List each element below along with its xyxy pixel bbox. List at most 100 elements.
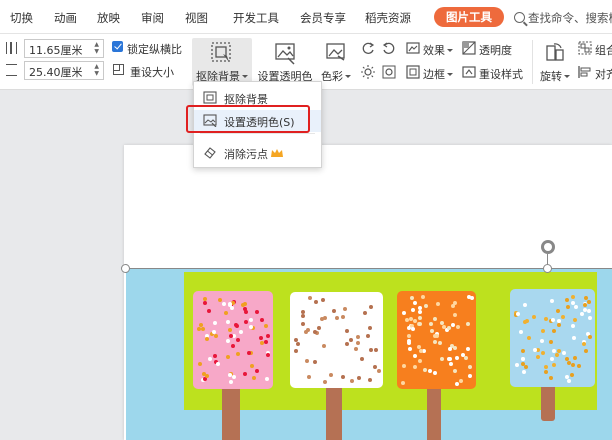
sprinkle	[243, 371, 248, 376]
sprinkle	[313, 359, 318, 364]
sprinkle	[228, 372, 233, 377]
reset-style-button[interactable]: 重设样式	[479, 66, 523, 82]
tab-animation[interactable]: 动画	[54, 10, 77, 26]
sprinkle	[540, 350, 545, 355]
width-spinner[interactable]: 11.65厘米 ▲ ▼	[24, 39, 104, 58]
sprinkle	[531, 314, 536, 319]
rotate-button[interactable]: 旋转	[536, 38, 574, 86]
lock-aspect-ratio-checkbox[interactable]	[112, 41, 123, 52]
resize-handle-top-middle[interactable]	[543, 264, 552, 273]
sprinkle	[564, 356, 569, 361]
resize-handle-top-left[interactable]	[121, 264, 130, 273]
effects-button[interactable]: 效果	[423, 42, 453, 58]
sprinkle	[439, 320, 444, 325]
sprinkle	[561, 350, 566, 355]
sprinkle	[212, 329, 217, 334]
popsicle-stick	[427, 388, 441, 440]
popsicle-stick	[541, 386, 555, 421]
sprinkle	[455, 325, 460, 330]
sprinkle	[252, 375, 257, 380]
sprinkle	[524, 364, 529, 369]
sprinkle	[202, 301, 207, 306]
selection-border	[126, 268, 612, 269]
sprinkle	[263, 323, 268, 328]
caret-down-icon	[345, 75, 351, 78]
sprinkle	[227, 328, 232, 333]
height-spinner[interactable]: 25.40厘米 ▲ ▼	[24, 61, 104, 80]
sprinkle	[583, 295, 588, 300]
sprinkle	[460, 352, 465, 357]
tab-slideshow[interactable]: 放映	[97, 10, 120, 26]
tab-transitions[interactable]: 切换	[10, 10, 33, 26]
sprinkle	[452, 368, 457, 373]
sprinkle	[344, 329, 349, 334]
tab-developer-tools[interactable]: 开发工具	[233, 10, 279, 26]
sprinkle	[524, 319, 529, 324]
chevron-down-icon[interactable]: ▼	[94, 49, 99, 55]
rotate-right-icon[interactable]	[382, 41, 396, 55]
sprinkle	[240, 302, 245, 307]
width-value: 11.65厘米	[29, 44, 83, 57]
align-button[interactable]: 对齐	[595, 66, 612, 82]
chevron-down-icon[interactable]: ▼	[94, 71, 99, 77]
command-search[interactable]: 查找命令、搜索模	[514, 10, 612, 26]
sprinkle	[564, 374, 569, 379]
rotate-left-icon[interactable]	[361, 41, 375, 55]
sprinkle	[526, 336, 531, 340]
sprinkle	[416, 344, 421, 349]
sprinkle	[197, 361, 202, 366]
border-label: 边框	[423, 68, 445, 81]
sprinkle	[572, 317, 577, 322]
search-icon	[514, 12, 525, 23]
sprinkle	[359, 356, 364, 361]
group-button[interactable]: 组合	[595, 42, 612, 58]
sprinkle	[233, 322, 238, 327]
brightness-up-icon[interactable]	[361, 65, 375, 79]
caret-down-icon	[242, 75, 248, 78]
brightness-down-icon[interactable]	[382, 65, 396, 79]
lock-aspect-ratio-label: 锁定纵横比	[127, 43, 182, 56]
caret-down-icon	[447, 73, 453, 76]
sprinkle	[432, 371, 437, 376]
transparency-button[interactable]: 透明度	[479, 42, 512, 58]
rotate-handle-icon[interactable]	[541, 240, 555, 254]
sprinkle	[204, 337, 209, 342]
sprinkle	[466, 295, 471, 300]
sprinkle	[248, 324, 253, 329]
reset-style-icon	[462, 66, 476, 78]
sprinkle	[341, 314, 346, 319]
sprinkle	[454, 355, 459, 360]
height-icon	[6, 64, 17, 76]
tab-review[interactable]: 审阅	[141, 10, 164, 26]
menu-item-remove-blemishes[interactable]: 消除污点	[194, 142, 321, 164]
sprinkle	[294, 337, 298, 342]
set-transparent-color-button[interactable]: 设置透明色	[255, 38, 315, 86]
remove-background-button[interactable]: 抠除背景	[192, 38, 252, 86]
caret-down-icon	[564, 75, 570, 78]
tab-docer-resources[interactable]: 稻壳资源	[365, 10, 411, 26]
reset-size-button[interactable]: 重设大小	[130, 64, 174, 80]
tab-member-exclusive[interactable]: 会员专享	[300, 10, 346, 26]
sprinkle	[564, 298, 569, 303]
height-value: 25.40厘米	[29, 66, 83, 79]
color-button[interactable]: 色彩	[316, 38, 356, 86]
sprinkle	[226, 338, 231, 343]
sprinkle	[255, 309, 260, 314]
sprinkle	[264, 376, 269, 381]
color-icon	[326, 43, 345, 61]
effects-icon	[406, 42, 420, 54]
sprinkle	[356, 375, 361, 380]
sprinkle	[570, 295, 575, 300]
tab-view[interactable]: 视图	[185, 10, 208, 26]
crown-icon	[271, 149, 283, 157]
border-icon	[406, 65, 420, 79]
sprinkle	[583, 349, 588, 354]
sprinkle	[341, 374, 346, 379]
sprinkle	[439, 357, 444, 362]
sprinkle	[244, 319, 249, 324]
border-button[interactable]: 边框	[423, 66, 453, 82]
sprinkle	[573, 355, 578, 360]
ribbon-divider	[532, 40, 533, 84]
sprinkle	[540, 328, 545, 333]
tab-picture-tools[interactable]: 图片工具	[434, 7, 504, 27]
